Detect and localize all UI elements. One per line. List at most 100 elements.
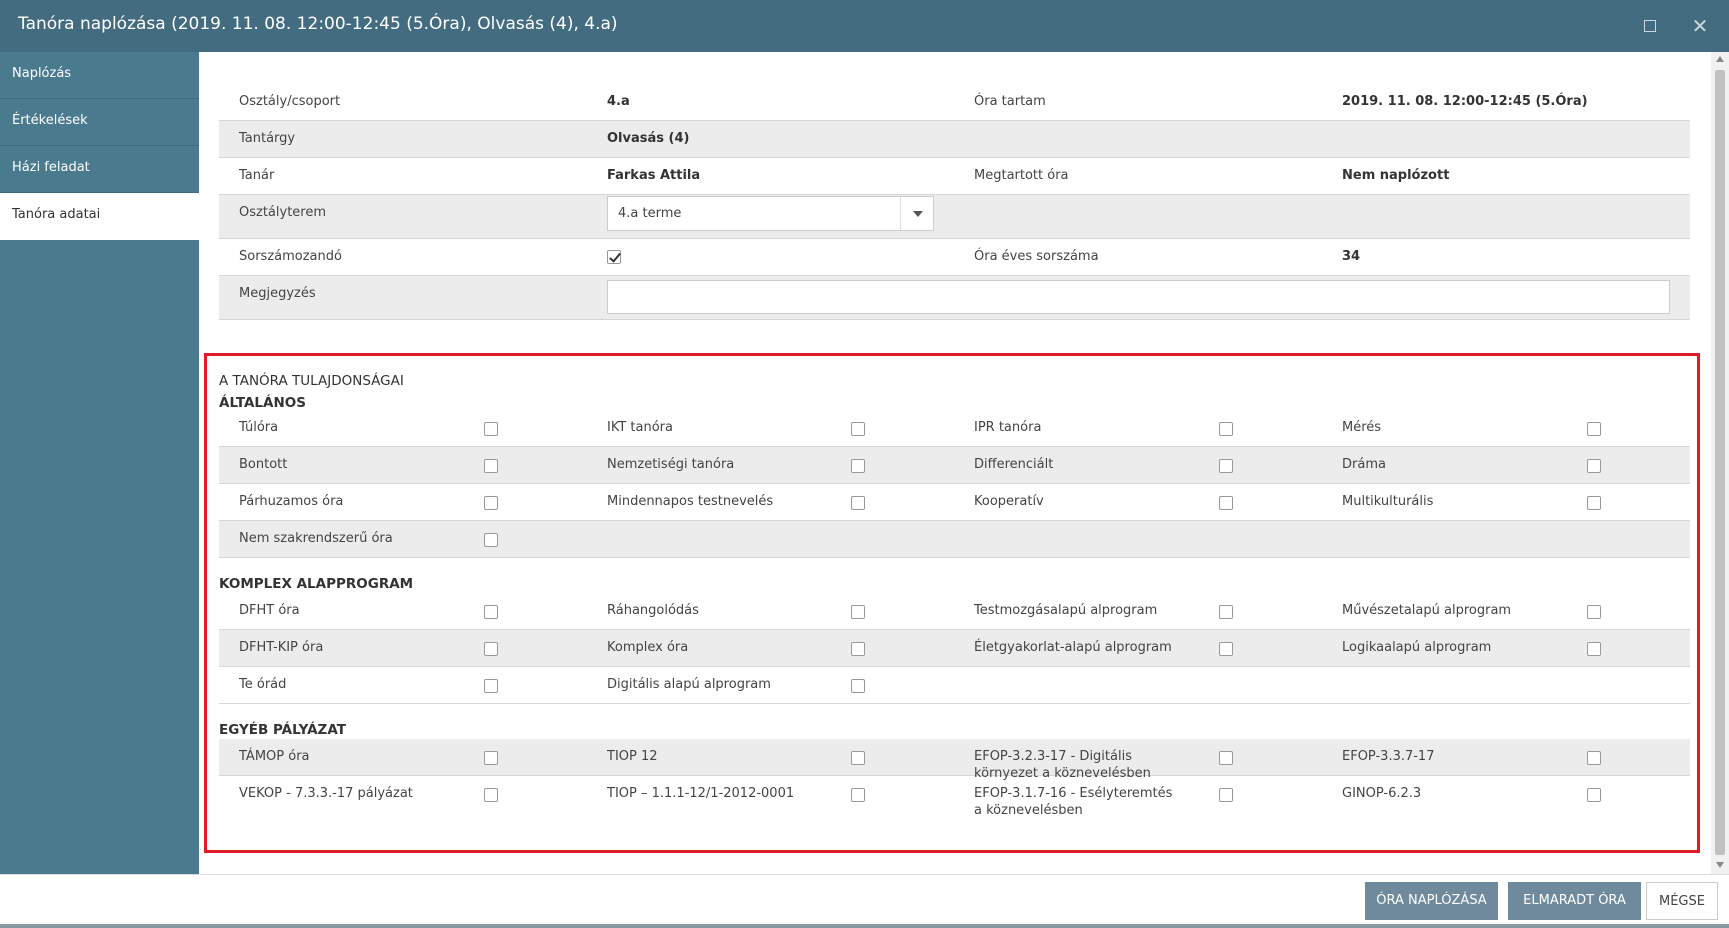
lesson-info-table: Osztály/csoport 4.a Óra tartam 2019. 11.… <box>219 84 1690 320</box>
info-row-note: Megjegyzés <box>219 276 1690 320</box>
prop-label: EFOP-3.3.7-17 <box>1342 749 1435 764</box>
prop-checkbox[interactable] <box>851 788 865 802</box>
prop-checkbox[interactable] <box>1587 422 1601 436</box>
complex-row-1: DFHT óra Ráhangolódás Testmozgásalapú al… <box>219 593 1690 630</box>
prop-label: Multikulturális <box>1342 494 1434 509</box>
prop-label: Komplex óra <box>607 640 689 655</box>
scroll-down-icon[interactable] <box>1716 862 1724 868</box>
numbered-checkbox[interactable] <box>607 250 621 264</box>
prop-label: Nemzetiségi tanóra <box>607 457 735 472</box>
prop-label: VEKOP - 7.3.3.-17 pályázat <box>239 786 413 801</box>
prop-checkbox[interactable] <box>1587 788 1601 802</box>
prop-checkbox[interactable] <box>851 751 865 765</box>
prop-label: Mérés <box>1342 420 1382 435</box>
info-row-room: Osztályterem 4.a terme <box>219 195 1690 239</box>
sidebar: Naplózás Értékelések Házi feladat Tanóra… <box>0 52 199 874</box>
sidebar-item-hazi-feladat[interactable]: Házi feladat <box>0 146 199 193</box>
prop-checkbox[interactable] <box>1219 605 1233 619</box>
prop-label: DFHT-KIP óra <box>239 640 324 655</box>
prop-checkbox[interactable] <box>484 642 498 656</box>
prop-checkbox[interactable] <box>484 679 498 693</box>
prop-checkbox[interactable] <box>851 459 865 473</box>
prop-checkbox[interactable] <box>1587 496 1601 510</box>
room-select-value: 4.a terme <box>618 206 682 221</box>
general-row-2: Bontott Nemzetiségi tanóra Differenciált… <box>219 447 1690 484</box>
prop-checkbox[interactable] <box>484 533 498 547</box>
prop-label: Párhuzamos óra <box>239 494 344 509</box>
prop-label: Kooperatív <box>974 494 1044 509</box>
note-label: Megjegyzés <box>239 286 316 301</box>
class-label: Osztály/csoport <box>239 94 341 109</box>
other-title: EGYÉB PÁLYÁZAT <box>219 722 346 738</box>
prop-checkbox[interactable] <box>1219 751 1233 765</box>
window-title: Tanóra naplózása (2019. 11. 08. 12:00-12… <box>18 14 618 34</box>
prop-label: Testmozgásalapú alprogram <box>974 603 1158 618</box>
prop-label: EFOP-3.1.7-16 - Esélyteremtés a köznevel… <box>974 786 1173 818</box>
prop-label: DFHT óra <box>239 603 300 618</box>
prop-checkbox[interactable] <box>1219 788 1233 802</box>
yearly-value: 34 <box>1342 249 1361 264</box>
general-row-4: Nem szakrendszerű óra <box>219 521 1690 558</box>
missed-lesson-button[interactable]: ELMARADT ÓRA <box>1508 882 1641 920</box>
sidebar-item-ertekelesek[interactable]: Értékelések <box>0 99 199 146</box>
other-row-2: VEKOP - 7.3.3.-17 pályázat TIOP – 1.1.1-… <box>219 776 1690 818</box>
prop-checkbox[interactable] <box>1219 422 1233 436</box>
prop-label: TIOP 12 <box>607 749 658 764</box>
prop-checkbox[interactable] <box>1587 642 1601 656</box>
vertical-scrollbar[interactable] <box>1711 52 1729 874</box>
prop-checkbox[interactable] <box>1219 642 1233 656</box>
prop-checkbox[interactable] <box>1219 496 1233 510</box>
prop-checkbox[interactable] <box>851 679 865 693</box>
info-row-subject: Tantárgy Olvasás (4) <box>219 121 1690 158</box>
prop-label: IPR tanóra <box>974 420 1042 435</box>
numbered-label: Sorszámozandó <box>239 249 342 264</box>
scroll-up-icon[interactable] <box>1716 56 1724 62</box>
prop-checkbox[interactable] <box>484 422 498 436</box>
scrollbar-thumb[interactable] <box>1715 70 1725 855</box>
prop-label: Nem szakrendszerű óra <box>239 531 393 546</box>
sidebar-item-tanora-adatai[interactable]: Tanóra adatai <box>0 193 199 240</box>
prop-checkbox[interactable] <box>484 788 498 802</box>
prop-checkbox[interactable] <box>851 496 865 510</box>
complex-title: KOMPLEX ALAPPROGRAM <box>219 576 414 592</box>
prop-checkbox[interactable] <box>484 496 498 510</box>
close-icon[interactable]: ✕ <box>1686 12 1714 40</box>
prop-checkbox[interactable] <box>851 642 865 656</box>
prop-checkbox[interactable] <box>484 459 498 473</box>
prop-checkbox[interactable] <box>851 422 865 436</box>
prop-checkbox[interactable] <box>484 751 498 765</box>
prop-label: Digitális alapú alprogram <box>607 677 771 692</box>
note-input[interactable] <box>607 280 1670 314</box>
prop-label: Életgyakorlat-alapú alprogram <box>974 640 1172 655</box>
prop-label: Dráma <box>1342 457 1386 472</box>
other-row-1: TÁMOP óra TIOP 12 EFOP-3.2.3-17 - Digitá… <box>219 739 1690 781</box>
subject-label: Tantárgy <box>239 131 296 146</box>
prop-label: Te órád <box>239 677 287 692</box>
info-row-class: Osztály/csoport 4.a Óra tartam 2019. 11.… <box>219 84 1690 121</box>
prop-checkbox[interactable] <box>1219 459 1233 473</box>
prop-checkbox[interactable] <box>1587 605 1601 619</box>
maximize-icon[interactable] <box>1636 12 1664 40</box>
teacher-label: Tanár <box>239 168 275 183</box>
prop-checkbox[interactable] <box>484 605 498 619</box>
general-row-1: Túlóra IKT tanóra IPR tanóra Mérés <box>219 410 1690 447</box>
held-label: Megtartott óra <box>974 168 1069 183</box>
info-row-teacher: Tanár Farkas Attila Megtartott óra Nem n… <box>219 158 1690 195</box>
dialog-footer: ÓRA NAPLÓZÁSA ELMARADT ÓRA MÉGSE <box>0 874 1729 928</box>
prop-checkbox[interactable] <box>1587 751 1601 765</box>
info-row-numbered: Sorszámozandó Óra éves sorszáma 34 <box>219 239 1690 276</box>
subject-value: Olvasás (4) <box>607 131 690 146</box>
cancel-button[interactable]: MÉGSE <box>1646 882 1718 920</box>
log-lesson-button[interactable]: ÓRA NAPLÓZÁSA <box>1365 882 1498 920</box>
class-value: 4.a <box>607 94 630 109</box>
prop-label: Logikaalapú alprogram <box>1342 640 1492 655</box>
room-label: Osztályterem <box>239 205 327 220</box>
prop-checkbox[interactable] <box>851 605 865 619</box>
prop-label: TIOP – 1.1.1-12/1-2012-0001 <box>607 786 795 801</box>
prop-label: Túlóra <box>239 420 279 435</box>
room-select[interactable]: 4.a terme <box>607 196 934 231</box>
prop-checkbox[interactable] <box>1587 459 1601 473</box>
prop-label: Mindennapos testnevelés <box>607 494 774 509</box>
sidebar-item-naplozas[interactable]: Naplózás <box>0 52 199 99</box>
dropdown-caret-icon[interactable] <box>900 197 933 230</box>
